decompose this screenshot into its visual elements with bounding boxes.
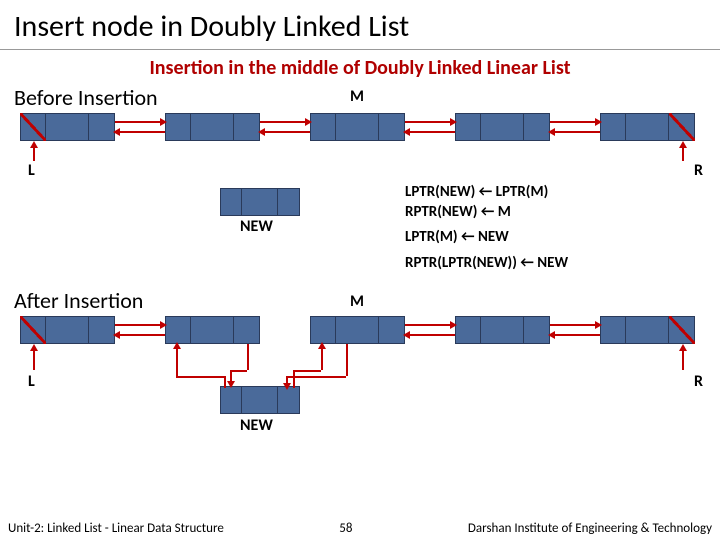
link-arrow (260, 131, 310, 133)
link-arrow (550, 131, 600, 133)
link-arrow (346, 344, 348, 376)
link-arrow (230, 370, 247, 372)
label-L-before: L (28, 161, 35, 180)
link-arrow (260, 121, 310, 123)
label-NEW-after: NEW (240, 416, 273, 435)
label-NEW-before: NEW (240, 217, 273, 236)
label-R-before: R (694, 161, 703, 180)
link-arrow (321, 344, 323, 370)
footer-left: Unit-2: Linked List - Linear Data Struct… (8, 521, 224, 536)
link-arrow (230, 370, 232, 386)
op-line: LPTR(NEW) ← LPTR(M) (405, 183, 568, 203)
node-4 (455, 113, 550, 141)
link-arrow (115, 334, 165, 336)
link-arrow (286, 376, 346, 378)
node-4 (455, 316, 550, 344)
node-M (310, 113, 405, 141)
subtitle: Insertion in the middle of Doubly Linked… (0, 50, 720, 82)
link-arrow (405, 334, 455, 336)
node-NEW-before (220, 188, 300, 216)
footer-right: Darshan Institute of Engineering & Techn… (468, 521, 712, 536)
link-arrow (550, 121, 600, 123)
link-arrow (176, 344, 178, 376)
link-arrow (224, 376, 226, 388)
op-line: LPTR(M) ← NEW (405, 228, 568, 248)
link-arrow (176, 376, 224, 378)
footer: Unit-2: Linked List - Linear Data Struct… (0, 517, 720, 540)
pointer-L (33, 346, 35, 370)
page-number: 58 (339, 521, 352, 536)
pointer-R (682, 346, 684, 370)
op-line: RPTR(NEW) ← M (405, 203, 568, 223)
link-arrow (286, 380, 288, 388)
after-stage: M L R NEW (0, 316, 720, 466)
pointer-L (33, 143, 35, 161)
link-arrow (293, 370, 321, 372)
pointer-R (682, 143, 684, 161)
link-arrow (550, 334, 600, 336)
operations-list: LPTR(NEW) ← LPTR(M) RPTR(NEW) ← M LPTR(M… (405, 183, 568, 273)
before-stage: M L R NEW LPTR(NEW) ← LPTR(M) RPTR(NEW) … (0, 113, 720, 273)
op-line: RPTR(LPTR(NEW)) ← NEW (405, 254, 568, 274)
link-arrow (293, 370, 295, 388)
link-arrow (115, 324, 165, 326)
link-arrow (405, 121, 455, 123)
link-arrow (550, 324, 600, 326)
link-arrow (115, 131, 165, 133)
link-arrow (405, 324, 455, 326)
label-m-before: M (350, 87, 364, 106)
label-L-after: L (28, 372, 35, 391)
page-title: Insert node in Doubly Linked List (0, 0, 720, 50)
link-arrow (247, 344, 249, 370)
label-m-after: M (350, 292, 364, 311)
link-arrow (115, 121, 165, 123)
link-arrow (405, 131, 455, 133)
label-R-after: R (694, 372, 703, 391)
node-2 (165, 113, 260, 141)
